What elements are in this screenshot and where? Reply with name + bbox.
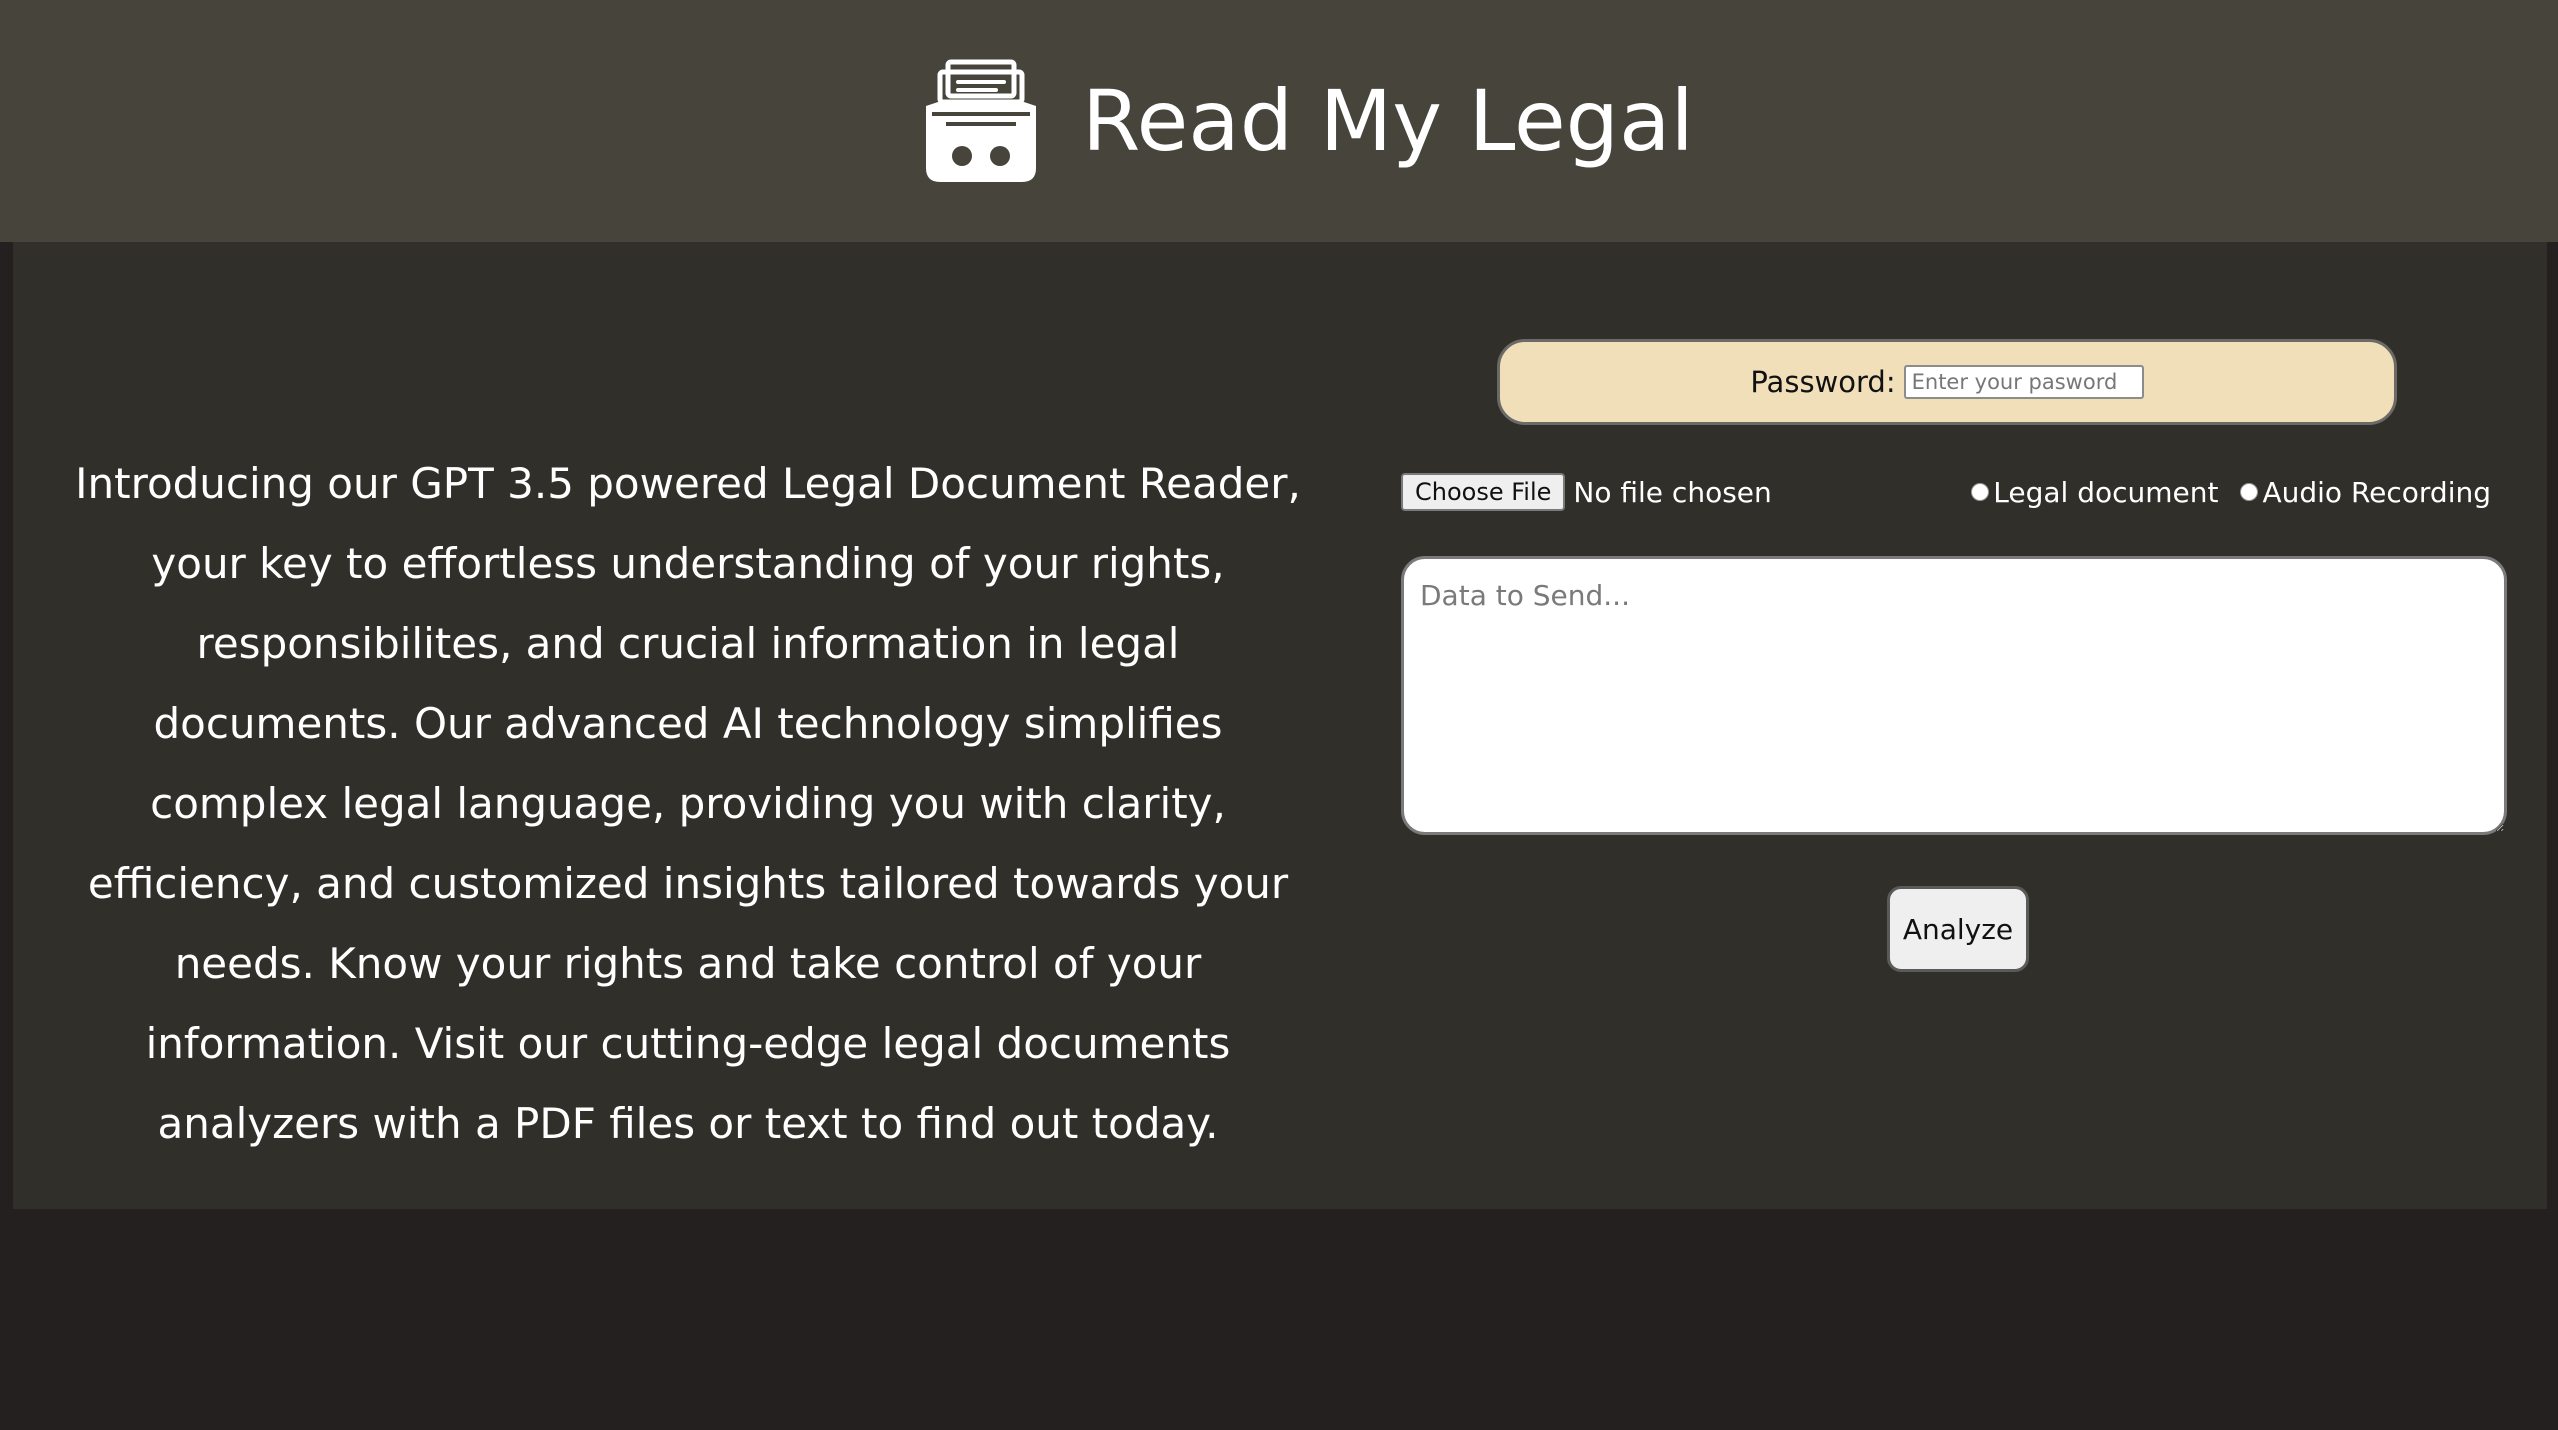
radio-legal-document[interactable]: Legal document — [1971, 476, 2218, 509]
radio-label: Legal document — [1993, 475, 2219, 509]
password-input[interactable] — [1903, 365, 2144, 399]
robot-file-cabinet-icon — [926, 59, 1036, 182]
site-header: Read My Legal — [0, 0, 2558, 242]
intro-paragraph: Introducing our GPT 3.5 powered Legal Do… — [75, 459, 1301, 1148]
radio-label: Audio Recording — [2262, 475, 2491, 509]
password-label: Password: — [1750, 365, 1896, 399]
document-type-radio-group: Legal document Audio Recording — [1949, 472, 2491, 512]
file-picker: Choose File No file chosen — [1401, 472, 1772, 512]
file-status: No file chosen — [1573, 475, 1772, 509]
site-title: Read My Legal — [1082, 72, 1694, 170]
main-panel: Introducing our GPT 3.5 powered Legal Do… — [13, 242, 2547, 1209]
choose-file-button[interactable]: Choose File — [1401, 473, 1566, 511]
analyze-button[interactable]: Analyze — [1887, 886, 2029, 972]
radio-audio-recording[interactable]: Audio Recording — [2240, 476, 2491, 509]
password-box: Password: — [1497, 339, 2397, 425]
radio-button[interactable] — [2240, 483, 2259, 501]
brand: Read My Legal — [920, 56, 1694, 186]
radio-button[interactable] — [1971, 483, 1990, 501]
data-to-send-textarea[interactable] — [1401, 556, 2507, 835]
